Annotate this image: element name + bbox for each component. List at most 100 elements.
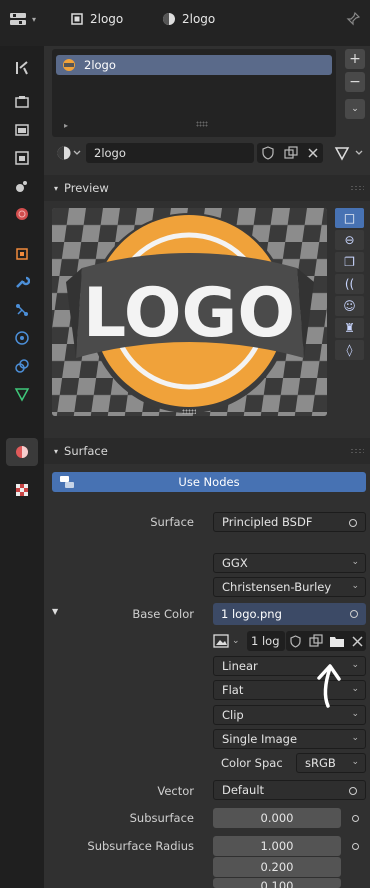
- surface-shader-value: Principled BSDF: [222, 515, 313, 529]
- pin-button[interactable]: [346, 12, 360, 26]
- material-name: 2logo: [182, 12, 216, 26]
- vector-field[interactable]: Default: [213, 780, 366, 800]
- color-space-value: sRGB: [305, 756, 336, 770]
- scene-icon: [16, 181, 27, 192]
- tab-object[interactable]: [6, 240, 38, 268]
- subsurface-socket[interactable]: [346, 809, 364, 827]
- surface-label: Surface: [150, 515, 194, 529]
- tab-render[interactable]: [6, 88, 38, 116]
- base-color-value: 1 logo.png: [221, 607, 282, 621]
- subsurface-slider[interactable]: 0.000: [213, 808, 341, 828]
- subsurface-radius-y[interactable]: 0.200: [213, 857, 341, 877]
- material-thumbnail-icon: [63, 59, 75, 71]
- drag-grip[interactable]: [350, 185, 364, 191]
- color-space-dropdown[interactable]: sRGB ⌄: [296, 753, 366, 773]
- use-nodes-button[interactable]: Use Nodes: [52, 472, 366, 492]
- preview-hair-button[interactable]: ((: [335, 274, 364, 294]
- drag-grip[interactable]: [350, 448, 364, 454]
- folder-open-icon[interactable]: [329, 635, 345, 648]
- world-icon: [16, 208, 28, 220]
- material-name-field[interactable]: 2logo: [86, 143, 254, 163]
- preview-resize-grip[interactable]: [182, 409, 196, 414]
- vector-value: Default: [222, 783, 265, 797]
- material-browse-button[interactable]: [56, 145, 82, 164]
- tab-world[interactable]: [6, 200, 38, 228]
- image-browse-button[interactable]: ⌄: [213, 631, 249, 651]
- subsurface-value: 0.000: [260, 811, 294, 825]
- preview-cube-button[interactable]: ❐: [335, 252, 364, 272]
- base-color-expand-icon[interactable]: ▼: [52, 607, 58, 616]
- duplicate-icon[interactable]: [284, 146, 298, 160]
- tab-material[interactable]: [6, 438, 38, 466]
- material-sphere-icon: [57, 146, 81, 160]
- duplicate-icon[interactable]: [309, 634, 323, 648]
- tab-scene[interactable]: [6, 172, 38, 200]
- preview-cloth-button[interactable]: ♜: [335, 318, 364, 338]
- particles-icon: [16, 304, 28, 316]
- tab-physics[interactable]: [6, 324, 38, 352]
- preview-monkey-button[interactable]: ☺: [335, 296, 364, 316]
- preview-type-buttons: □ ⊖ ❐ (( ☺ ♜ ◊: [335, 208, 364, 364]
- slot-specials-button[interactable]: ⌄: [345, 99, 365, 119]
- preview-flat-button[interactable]: □: [335, 208, 364, 228]
- material-breadcrumb[interactable]: 2logo: [162, 12, 215, 26]
- tab-data[interactable]: [6, 380, 38, 408]
- material-link-button[interactable]: [334, 145, 366, 164]
- link-dot-icon: [349, 519, 357, 527]
- fake-user-shield-icon[interactable]: [289, 634, 302, 648]
- physics-icon: [15, 331, 29, 345]
- surface-panel-header[interactable]: ▾ Surface: [44, 438, 370, 464]
- distribution-dropdown[interactable]: GGX ⌄: [213, 553, 366, 573]
- image-name-text: 1 log: [251, 634, 280, 648]
- properties-header: ▾ 2logo 2logo: [0, 0, 370, 46]
- tab-modifiers[interactable]: [6, 268, 38, 296]
- chevron-down-icon: ⌄: [351, 733, 359, 743]
- properties-tab-bar: [0, 46, 44, 888]
- preview-sphere-button[interactable]: ⊖: [335, 230, 364, 250]
- square-icon: □: [343, 211, 356, 225]
- preview-panel-header[interactable]: ▾ Preview: [44, 175, 370, 201]
- tab-particles[interactable]: [6, 296, 38, 324]
- source-dropdown[interactable]: Single Image ⌄: [213, 729, 366, 749]
- distribution-value: GGX: [222, 556, 248, 570]
- projection-value: Flat: [222, 683, 244, 697]
- material-slot-row[interactable]: 2logo: [56, 55, 332, 75]
- subsurface-method-dropdown[interactable]: Christensen-Burley ⌄: [213, 577, 366, 597]
- chevron-down-icon: ⌄: [351, 581, 359, 591]
- tab-output[interactable]: [6, 116, 38, 144]
- remove-slot-button[interactable]: −: [345, 72, 365, 92]
- object-breadcrumb[interactable]: 2logo: [70, 12, 123, 26]
- subsurface-radius-z[interactable]: 0.100: [213, 878, 341, 888]
- tab-constraints[interactable]: [6, 352, 38, 380]
- tab-tool[interactable]: [6, 54, 38, 82]
- material-slot-list[interactable]: 2logo ▸: [52, 49, 336, 137]
- material-preview: LOGO: [52, 208, 327, 416]
- subsurface-radius-socket[interactable]: [346, 837, 364, 855]
- subsurface-radius-x[interactable]: 1.000: [213, 836, 341, 856]
- fake-user-shield-icon[interactable]: [261, 146, 275, 160]
- object-props-icon: [16, 248, 28, 260]
- preview-fluid-button[interactable]: ◊: [335, 340, 364, 360]
- link-dot-icon: [350, 610, 358, 618]
- unlink-x-icon[interactable]: [307, 147, 319, 159]
- cube-icon: ❐: [344, 255, 355, 269]
- surface-shader-field[interactable]: Principled BSDF: [213, 512, 366, 532]
- chevron-down-icon: ⌄: [351, 757, 359, 767]
- resize-grip[interactable]: [196, 121, 208, 127]
- base-color-label: Base Color: [132, 607, 194, 621]
- tab-texture[interactable]: [6, 476, 38, 504]
- tab-view-layer[interactable]: [6, 144, 38, 172]
- extension-value: Clip: [222, 708, 244, 722]
- material-icon: [163, 13, 175, 25]
- chevron-down-icon: ⌄: [351, 660, 359, 670]
- play-arrow-icon[interactable]: ▸: [64, 121, 68, 130]
- material-tab-icon: [16, 446, 28, 458]
- collapse-arrow-icon: ▾: [54, 183, 59, 193]
- image-name-field[interactable]: 1 log: [247, 631, 285, 651]
- editor-type-button[interactable]: ▾: [10, 12, 36, 26]
- base-color-input[interactable]: 1 logo.png: [213, 603, 366, 625]
- add-slot-button[interactable]: +: [345, 49, 365, 69]
- view-layer-icon: [15, 151, 29, 165]
- subsurface-radius-label: Subsurface Radius: [87, 839, 194, 853]
- unlink-x-icon[interactable]: [352, 635, 363, 647]
